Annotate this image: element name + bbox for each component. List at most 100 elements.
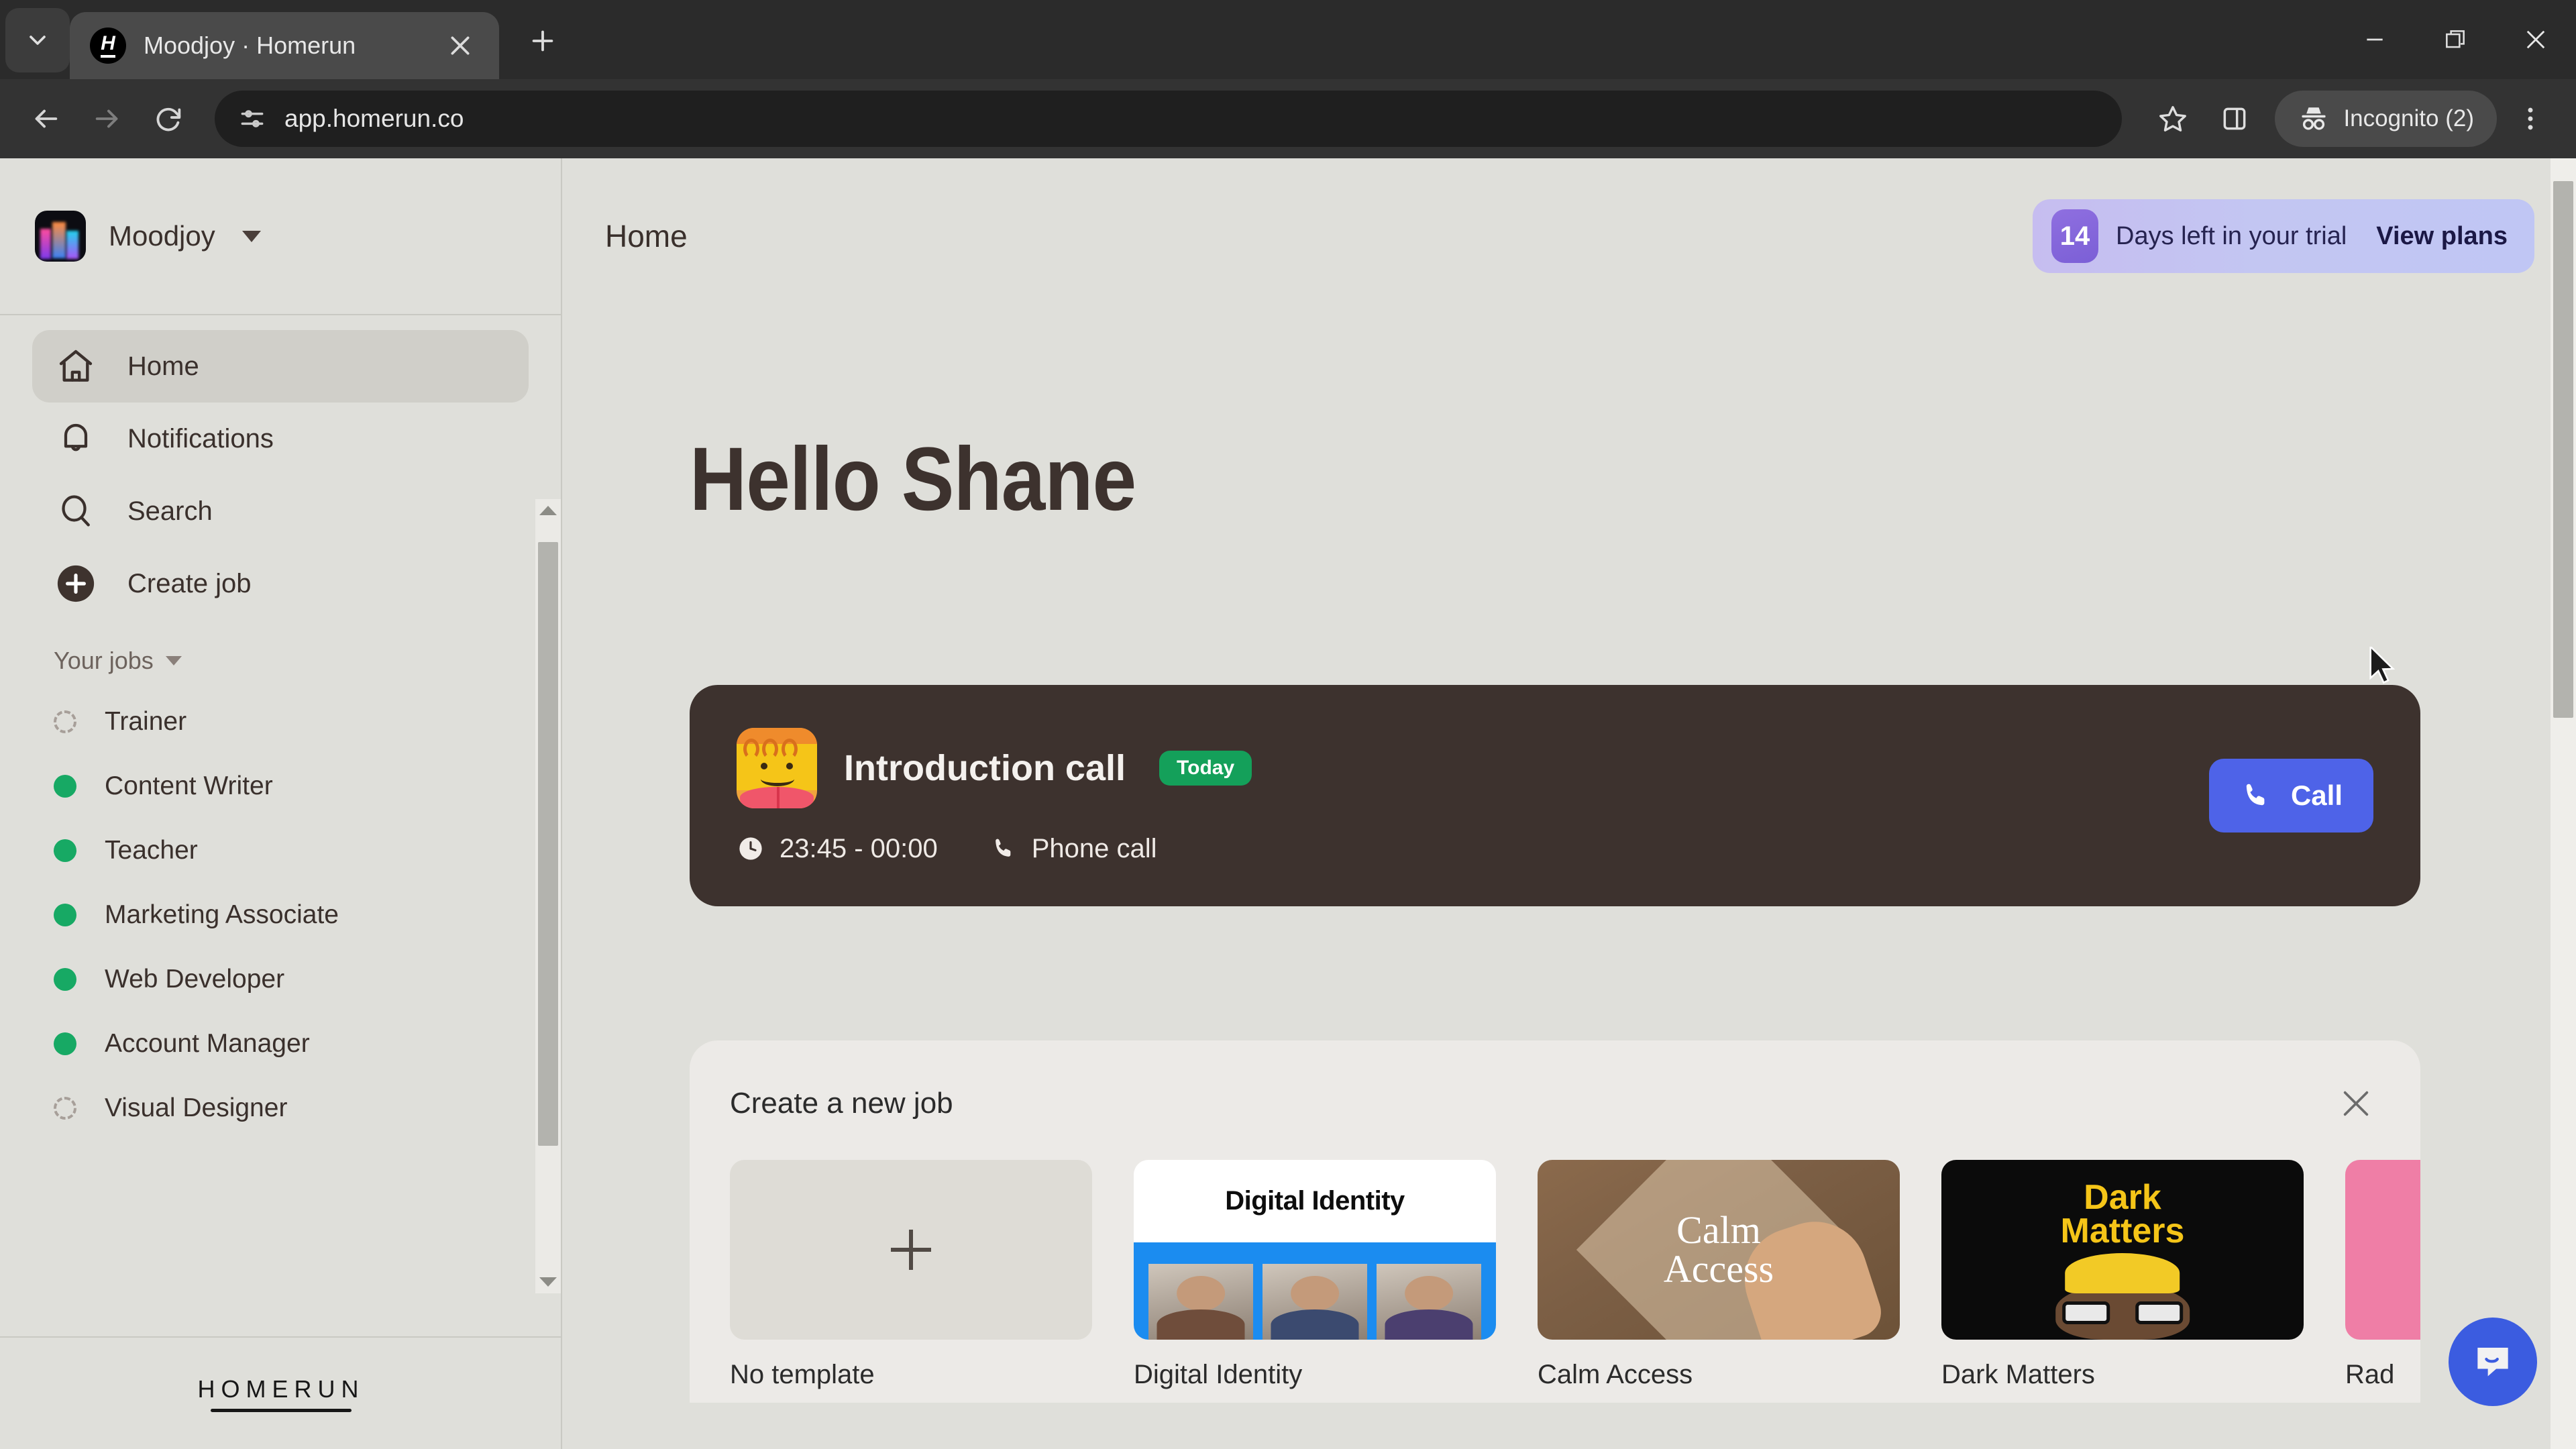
browser-menu-button[interactable] [2502, 91, 2559, 147]
job-label: Web Developer [105, 965, 285, 994]
job-status-dot [54, 1032, 76, 1055]
chevron-down-icon [241, 230, 261, 242]
search-icon [54, 489, 98, 533]
template-headline-line1: Dark [2084, 1178, 2161, 1218]
template-card-dark-matters[interactable]: Dark Matters Dark Matters [1941, 1160, 2304, 1390]
template-label: Dark Matters [1941, 1360, 2095, 1389]
restore-icon [2446, 30, 2465, 48]
home-content: Hello Shane Introduction call Today 23:4… [564, 428, 2576, 1403]
sidebar-job-web-developer[interactable]: Web Developer [54, 947, 507, 1012]
workspace-name: Moodjoy [109, 220, 215, 252]
browser-window: H Moodjoy · Homerun app.homerun.co Incog… [0, 0, 2576, 1449]
window-controls [2334, 0, 2576, 79]
call-button[interactable]: Call [2208, 759, 2373, 833]
your-jobs-section: Your jobs Trainer Content Writer Teacher [0, 620, 561, 1140]
chat-bubble-icon [2477, 1348, 2508, 1377]
reload-button[interactable] [141, 91, 197, 147]
page-title: Home [605, 219, 688, 254]
template-label: No template [730, 1360, 875, 1389]
sidebar-job-trainer[interactable]: Trainer [54, 690, 507, 754]
scroll-down-arrow[interactable] [535, 1271, 561, 1293]
sidebar-item-search[interactable]: Search [32, 475, 529, 547]
bookmark-button[interactable] [2145, 91, 2201, 147]
new-tab-button[interactable] [514, 12, 572, 70]
upcoming-event-card[interactable]: Introduction call Today 23:45 - 00:00 Ph… [690, 685, 2420, 906]
template-card-calm-access[interactable]: Calm Access Calm Access [1538, 1160, 1900, 1390]
your-jobs-header[interactable]: Your jobs [54, 647, 507, 675]
portrait-photo [1263, 1264, 1367, 1340]
sidebar-item-home[interactable]: Home [32, 330, 529, 402]
call-button-label: Call [2290, 780, 2343, 811]
app-sidebar: Moodjoy Home Notifications Search Create… [0, 158, 562, 1449]
triangle-up-icon [539, 506, 557, 515]
template-card-rad[interactable]: Rad [2345, 1160, 2420, 1390]
close-window-button[interactable] [2496, 0, 2576, 79]
event-title: Introduction call [844, 747, 1126, 788]
character-illustration [2043, 1253, 2202, 1340]
sidebar-item-label: Home [127, 351, 199, 381]
chevron-down-icon [165, 656, 182, 665]
page-scrollbar-thumb[interactable] [2553, 181, 2573, 718]
back-button[interactable] [17, 91, 74, 147]
sidebar-item-create-job[interactable]: Create job [32, 547, 529, 620]
sidebar-job-marketing-associate[interactable]: Marketing Associate [54, 883, 507, 947]
scrollbar-thumb[interactable] [538, 542, 558, 1146]
workspace-avatar [35, 211, 86, 262]
trial-banner: 14 Days left in your trial View plans [2033, 199, 2534, 273]
event-title-row: Introduction call Today [737, 727, 2209, 808]
event-details: Introduction call Today 23:45 - 00:00 Ph… [737, 727, 2209, 864]
three-dot-menu-icon [2528, 107, 2533, 130]
intercom-launcher-button[interactable] [2449, 1318, 2537, 1406]
phone-icon [995, 839, 1011, 857]
status-badge: Today [1159, 750, 1252, 786]
template-headline-line1: Calm [1676, 1208, 1761, 1252]
minimize-button[interactable] [2334, 0, 2415, 79]
sidebar-nav: Home Notifications Search Create job [0, 315, 561, 620]
sidebar-item-label: Notifications [127, 423, 274, 453]
job-status-dot [54, 710, 76, 733]
template-headline-line2: Matters [2060, 1211, 2185, 1250]
job-label: Trainer [105, 707, 187, 736]
template-label: Calm Access [1538, 1360, 1693, 1389]
close-panel-button[interactable] [2332, 1079, 2380, 1128]
event-meta-row: 23:45 - 00:00 Phone call [737, 834, 2209, 864]
workspace-switcher[interactable]: Moodjoy [0, 158, 561, 314]
bell-icon [54, 417, 98, 461]
scrollbar-track[interactable] [535, 522, 561, 1271]
sidebar-job-visual-designer[interactable]: Visual Designer [54, 1076, 507, 1140]
template-thumbnail: Digital Identity [1134, 1160, 1496, 1340]
browser-tab[interactable]: H Moodjoy · Homerun [70, 12, 499, 79]
job-status-dot [54, 968, 76, 991]
tab-search-button[interactable] [5, 8, 70, 72]
clock-icon [739, 837, 762, 860]
sidebar-job-account-manager[interactable]: Account Manager [54, 1012, 507, 1076]
incognito-indicator[interactable]: Incognito (2) [2275, 91, 2497, 147]
scroll-up-arrow[interactable] [535, 499, 561, 522]
sidebar-job-teacher[interactable]: Teacher [54, 818, 507, 883]
template-card-no-template[interactable]: No template [730, 1160, 1092, 1390]
view-plans-link[interactable]: View plans [2376, 222, 2508, 251]
maximize-button[interactable] [2415, 0, 2496, 79]
job-status-dot [54, 775, 76, 798]
address-bar[interactable]: app.homerun.co [215, 91, 2123, 147]
page-scrollbar[interactable] [2551, 158, 2576, 1449]
sidebar-item-notifications[interactable]: Notifications [32, 402, 529, 475]
sidebar-job-content-writer[interactable]: Content Writer [54, 754, 507, 818]
job-label: Teacher [105, 836, 198, 865]
template-card-digital-identity[interactable]: Digital Identity Digital Identity [1134, 1160, 1496, 1390]
sidebar-scrollbar[interactable] [535, 499, 561, 1293]
sidebar-item-label: Search [127, 496, 213, 526]
star-icon [2159, 106, 2187, 131]
reload-icon [156, 107, 181, 131]
tab-close-button[interactable] [441, 27, 479, 64]
template-carousel[interactable]: No template Digital Identity Digital Ide… [730, 1160, 2420, 1390]
window-close-icon [2526, 30, 2545, 49]
tune-icon [241, 110, 264, 127]
chevron-down-icon [30, 36, 46, 45]
incognito-label: Incognito (2) [2343, 105, 2474, 131]
forward-button[interactable] [79, 91, 136, 147]
close-icon [2343, 1091, 2369, 1116]
favicon-letter: H [101, 34, 115, 58]
minimize-icon [2367, 38, 2383, 41]
side-panel-button[interactable] [2206, 91, 2263, 147]
